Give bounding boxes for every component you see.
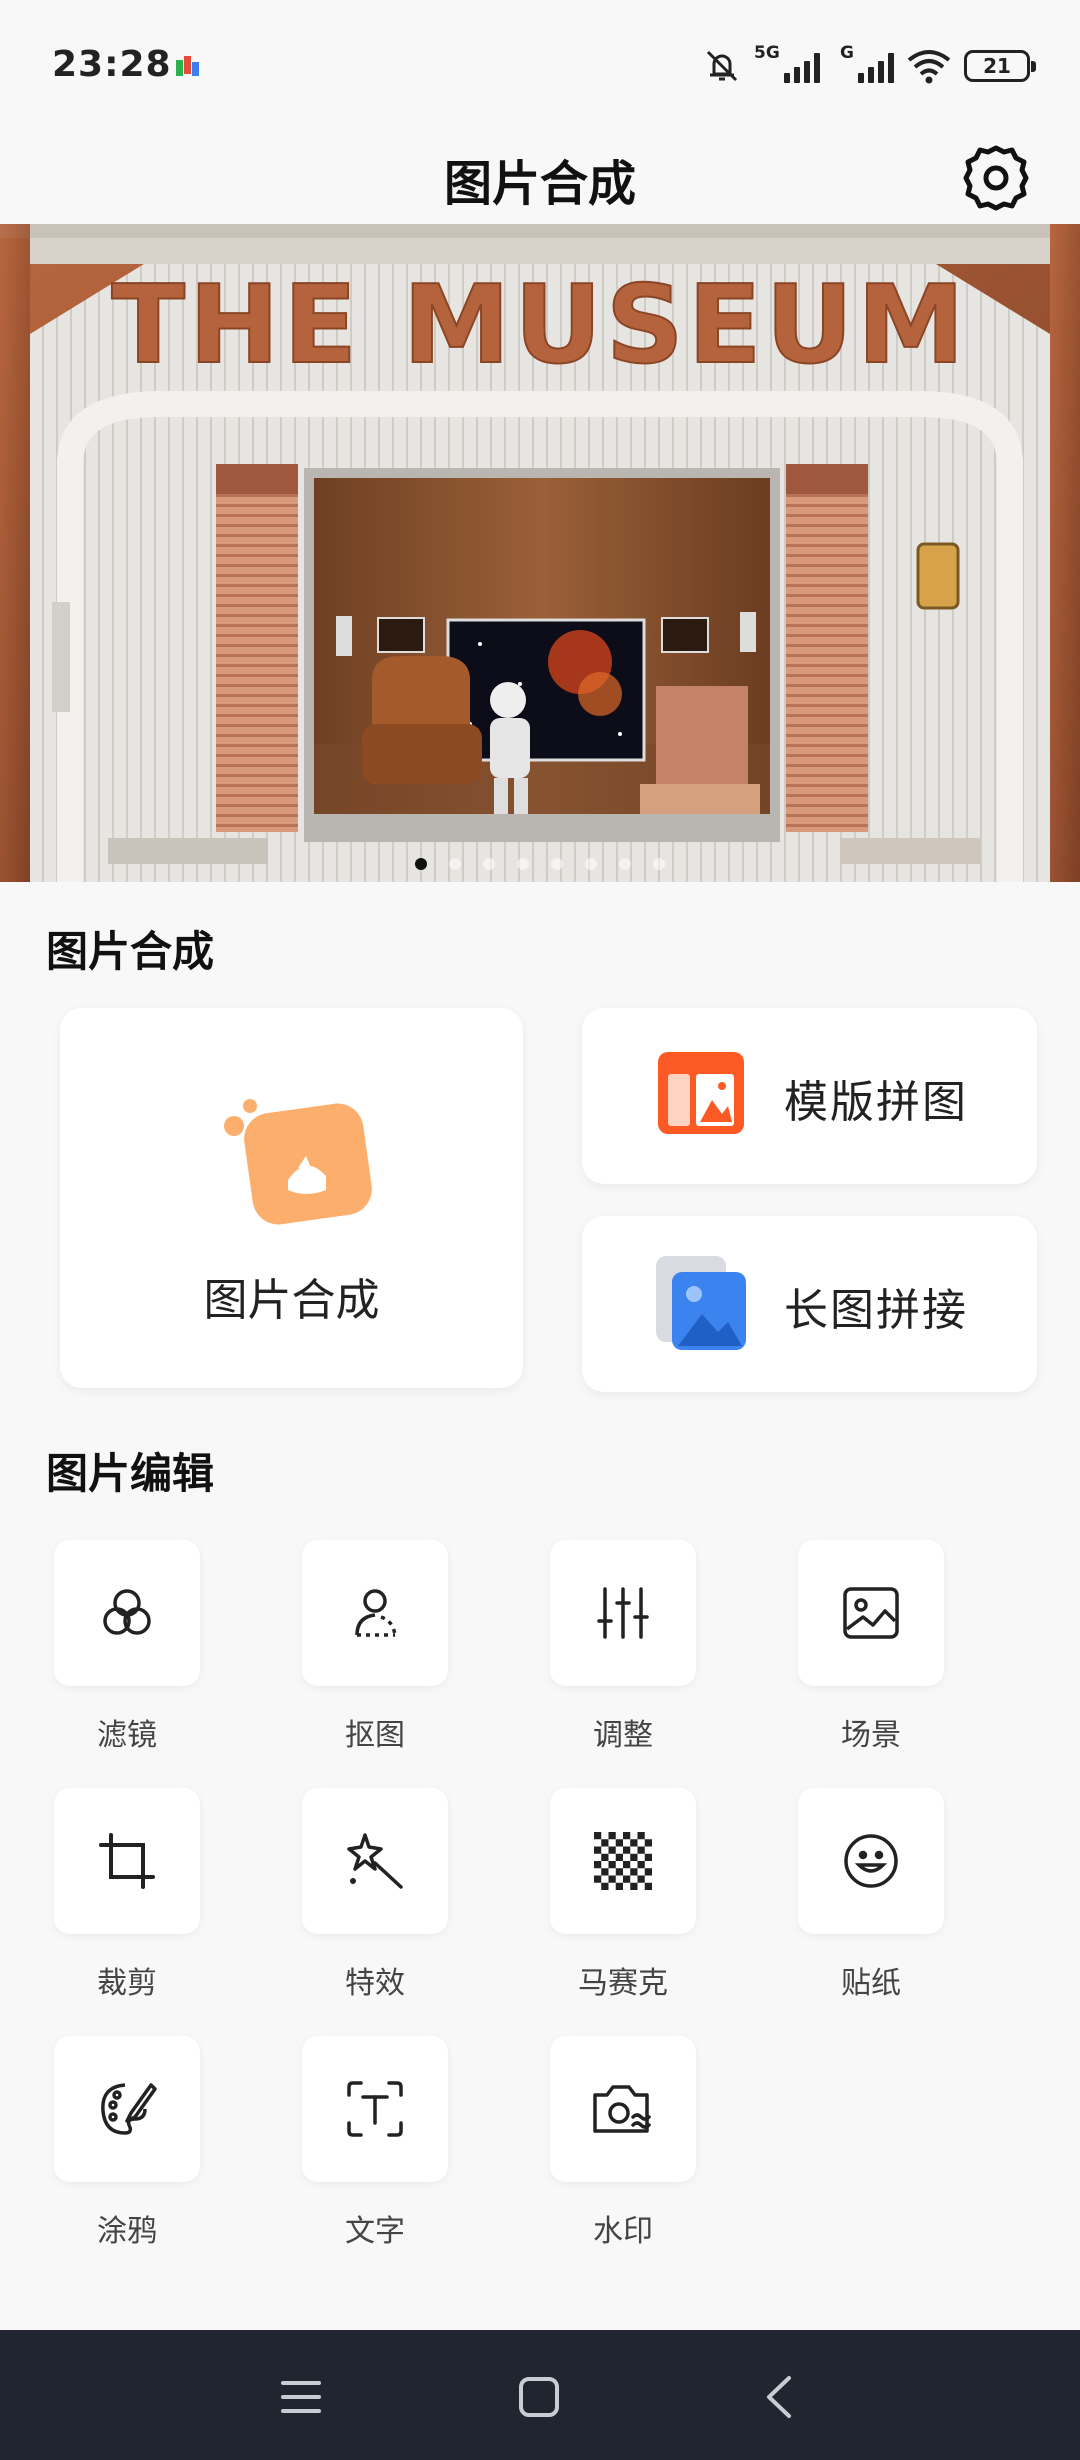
section-title-edit: 图片编辑 bbox=[46, 1449, 215, 1498]
menu-button[interactable] bbox=[266, 2362, 336, 2432]
tool-label: 涂鸦 bbox=[97, 2214, 157, 2249]
tool-label: 抠图 bbox=[345, 1718, 405, 1753]
tool-text[interactable]: 文字 bbox=[302, 2036, 448, 2249]
back-button[interactable] bbox=[744, 2362, 814, 2432]
tool-doodle[interactable]: 涂鸦 bbox=[54, 2036, 200, 2249]
tool-effects[interactable]: 特效 bbox=[302, 1788, 448, 2001]
app-header: 图片合成 bbox=[0, 132, 1080, 224]
tool-label: 调整 bbox=[593, 1718, 653, 1753]
cutout-icon bbox=[355, 1589, 397, 1637]
page-title: 图片合成 bbox=[443, 156, 636, 212]
tool-adjust[interactable]: 调整 bbox=[550, 1540, 696, 1753]
long-stitch-icon bbox=[656, 1256, 746, 1350]
wifi-icon bbox=[907, 50, 951, 84]
tool-label: 场景 bbox=[841, 1718, 901, 1753]
magic-wand-icon bbox=[347, 1833, 403, 1889]
text-icon bbox=[347, 2081, 403, 2137]
tool-label: 滤镜 bbox=[97, 1718, 157, 1753]
carousel-dot[interactable] bbox=[415, 858, 427, 870]
tool-scene[interactable]: 场景 bbox=[798, 1540, 944, 1753]
filter-icon bbox=[103, 1589, 151, 1635]
tool-mosaic[interactable]: 马赛克 bbox=[550, 1788, 696, 2001]
carousel-dot[interactable] bbox=[551, 858, 563, 870]
tool-watermark[interactable]: 水印 bbox=[550, 2036, 696, 2249]
palette-icon bbox=[101, 2083, 157, 2135]
home-button[interactable] bbox=[504, 2362, 574, 2432]
tool-crop[interactable]: 裁剪 bbox=[54, 1788, 200, 2001]
section-title-compose: 图片合成 bbox=[46, 927, 215, 976]
tool-label: 裁剪 bbox=[97, 1966, 157, 2001]
carousel-dot[interactable] bbox=[449, 858, 461, 870]
banner-carousel[interactable]: THE MUSEUM bbox=[0, 224, 1080, 882]
compose-card[interactable]: 图片合成 bbox=[60, 1008, 523, 1388]
status-time: 23:28 bbox=[52, 44, 172, 85]
home-square-icon bbox=[519, 2377, 559, 2417]
signal-g-icon: G bbox=[840, 43, 894, 83]
compose-card-label: 图片合成 bbox=[203, 1275, 380, 1326]
tool-filter[interactable]: 滤镜 bbox=[54, 1540, 200, 1753]
compose-photo-icon bbox=[224, 1099, 372, 1225]
template-collage-label: 模版拼图 bbox=[784, 1077, 968, 1128]
long-stitch-card[interactable]: 长图拼接 bbox=[582, 1216, 1037, 1392]
banner-sign-text: THE MUSEUM bbox=[111, 263, 968, 388]
tool-label: 文字 bbox=[345, 2214, 405, 2249]
carousel-dot[interactable] bbox=[653, 858, 665, 870]
carousel-dots bbox=[0, 858, 1080, 870]
carousel-dot[interactable] bbox=[483, 858, 495, 870]
carousel-dot[interactable] bbox=[517, 858, 529, 870]
app-notification-icon bbox=[176, 56, 199, 76]
tool-label: 水印 bbox=[593, 2214, 653, 2249]
carousel-dot[interactable] bbox=[619, 858, 631, 870]
adjust-icon bbox=[597, 1587, 649, 1639]
crop-icon bbox=[99, 1833, 155, 1889]
long-stitch-label: 长图拼接 bbox=[784, 1285, 968, 1336]
mute-bell-icon bbox=[706, 50, 738, 82]
status-icons: 5G G 21 bbox=[702, 43, 1036, 86]
scene-icon bbox=[843, 1587, 899, 1639]
banner-image: THE MUSEUM bbox=[0, 224, 1080, 882]
tool-cutout[interactable]: 抠图 bbox=[302, 1540, 448, 1753]
status-bar: 23:28 5G G 21 bbox=[0, 0, 1080, 132]
system-nav-bar bbox=[0, 2330, 1080, 2460]
menu-icon bbox=[281, 2381, 321, 2413]
tool-sticker[interactable]: 贴纸 bbox=[798, 1788, 944, 2001]
template-collage-card[interactable]: 模版拼图 bbox=[582, 1008, 1037, 1184]
back-chevron-icon bbox=[767, 2376, 791, 2418]
gear-icon bbox=[963, 145, 1029, 211]
watermark-camera-icon bbox=[593, 2085, 651, 2133]
signal-5g-icon: 5G bbox=[754, 43, 820, 83]
template-collage-icon bbox=[658, 1052, 744, 1134]
sticker-icon bbox=[844, 1834, 898, 1888]
tool-label: 贴纸 bbox=[841, 1966, 901, 2001]
mosaic-icon bbox=[594, 1832, 652, 1890]
carousel-dot[interactable] bbox=[585, 858, 597, 870]
battery-icon: 21 bbox=[964, 50, 1036, 82]
settings-button[interactable] bbox=[954, 136, 1038, 220]
tool-label: 特效 bbox=[345, 1966, 405, 2001]
tool-label: 马赛克 bbox=[578, 1966, 668, 2001]
